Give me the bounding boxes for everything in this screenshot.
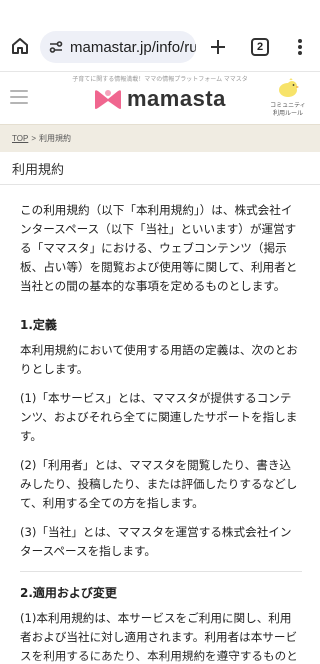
browser-toolbar: mamastar.jp/info/rule 2 (0, 0, 320, 72)
url-text[interactable]: mamastar.jp/info/rule (70, 39, 196, 56)
definition-item: (3)「当社」とは、ママスタを運営する株式会社インタースペースを指します。 (20, 525, 292, 558)
tab-switcher-button[interactable]: 2 (251, 38, 269, 56)
address-bar[interactable]: mamastar.jp/info/rule (40, 31, 196, 63)
breadcrumb: TOP > 利用規約 (0, 124, 320, 152)
intro-paragraph: この利用規約（以下「本利用規約」）は、株式会社インタースペース（以下「当社」とい… (20, 203, 298, 293)
more-menu-icon[interactable] (290, 36, 310, 58)
definitions-intro: 本利用規約において使用する用語の定義は、次のとおりとします。 (20, 343, 298, 376)
community-rules-link[interactable]: コミュニティ 利用ルール (266, 78, 310, 118)
terms-content: この利用規約（以下「本利用規約」）は、株式会社インタースペース（以下「当社」とい… (0, 201, 320, 664)
hamburger-menu-icon[interactable] (10, 90, 28, 104)
breadcrumb-current: 利用規約 (38, 134, 71, 143)
site-logo[interactable]: mamasta (93, 86, 226, 112)
section-heading-definitions: 1.定義 (20, 318, 57, 332)
application-paragraph-wrap: (1)本利用規約は、本サービスをご利用に関し、利用者および当社に対し適用されます… (20, 609, 302, 664)
logo-text: mamasta (127, 86, 226, 111)
breadcrumb-separator: > (31, 134, 36, 143)
section-heading-application: 2.適用および変更 (20, 586, 117, 600)
site-settings-icon[interactable] (48, 38, 66, 56)
new-tab-icon[interactable] (206, 35, 230, 59)
chick-icon (279, 78, 299, 97)
community-label-line2: 利用ルール (272, 111, 303, 117)
scroll-fade (20, 657, 302, 664)
application-paragraph: (1)本利用規約は、本サービスをご利用に関し、利用者および当社に対し適用されます… (20, 611, 298, 663)
definition-item: (1)「本サービス」とは、ママスタが提供するコンテンツ、およびそれら全てに関連し… (20, 391, 298, 443)
site-header: 子育てに関する情報満載！ママの情報プラットフォーム ママスタ mamasta コ… (0, 72, 320, 124)
breadcrumb-top-link[interactable]: TOP (12, 134, 28, 143)
definition-item: (2)「利用者」とは、ママスタを閲覧したり、書き込みしたり、投稿したり、または評… (20, 458, 298, 510)
community-label-line1: コミュニティ (270, 103, 306, 109)
page-title: 利用規約 (0, 152, 320, 185)
section-divider (20, 571, 302, 572)
logo-mark-icon (95, 90, 121, 109)
home-icon[interactable] (8, 34, 32, 58)
